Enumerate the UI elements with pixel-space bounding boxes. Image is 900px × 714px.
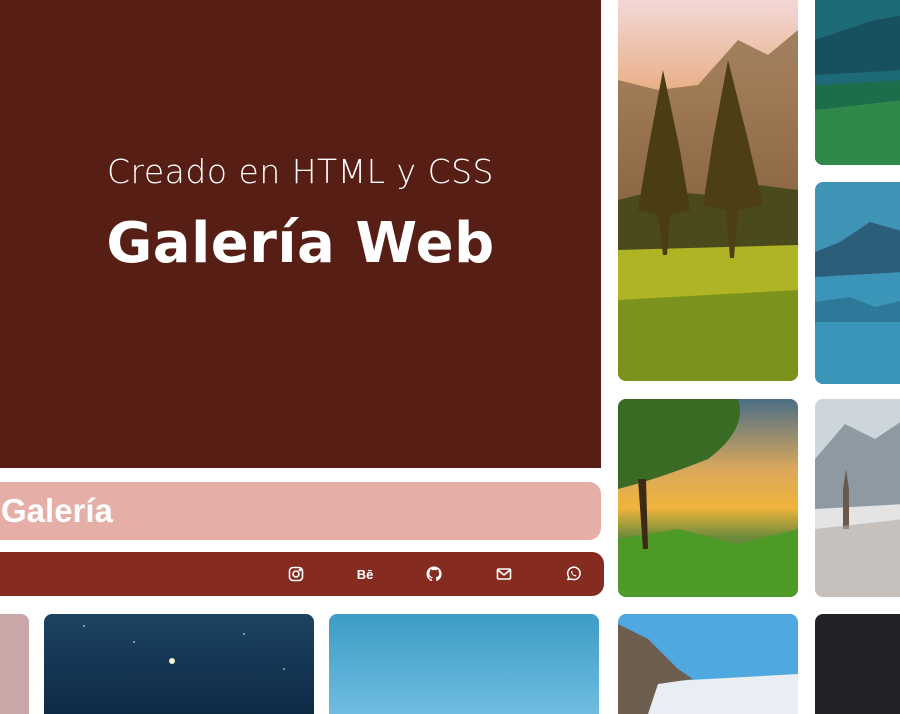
- pink-photo-edge[interactable]: [0, 614, 29, 714]
- cliff-clouds-photo[interactable]: [618, 614, 798, 714]
- instagram-icon[interactable]: [286, 564, 306, 584]
- sunset-tree-photo[interactable]: [618, 399, 798, 597]
- blue-sky-photo[interactable]: [329, 614, 599, 714]
- github-icon[interactable]: [424, 564, 444, 584]
- behance-label: Bē: [356, 566, 374, 582]
- gallery-header-bar: Galería: [0, 482, 601, 540]
- hero-banner: Creado en HTML y CSS Galería Web: [0, 0, 601, 468]
- behance-icon[interactable]: Bē: [355, 564, 375, 584]
- hero-subtitle: Creado en HTML y CSS: [106, 152, 495, 191]
- night-sky-photo[interactable]: [44, 614, 314, 714]
- lake-mountains-photo[interactable]: [815, 182, 900, 384]
- snowy-village-photo[interactable]: [815, 399, 900, 597]
- whatsapp-icon[interactable]: [563, 564, 583, 584]
- gallery-label: Galería: [1, 492, 113, 529]
- hero-title: Galería Web: [106, 211, 495, 276]
- mountain-valley-photo[interactable]: [815, 0, 900, 165]
- mail-icon[interactable]: [494, 564, 514, 584]
- forest-meadow-photo[interactable]: [618, 0, 798, 381]
- social-links-bar: Bē: [0, 552, 604, 596]
- dark-photo[interactable]: [815, 614, 900, 714]
